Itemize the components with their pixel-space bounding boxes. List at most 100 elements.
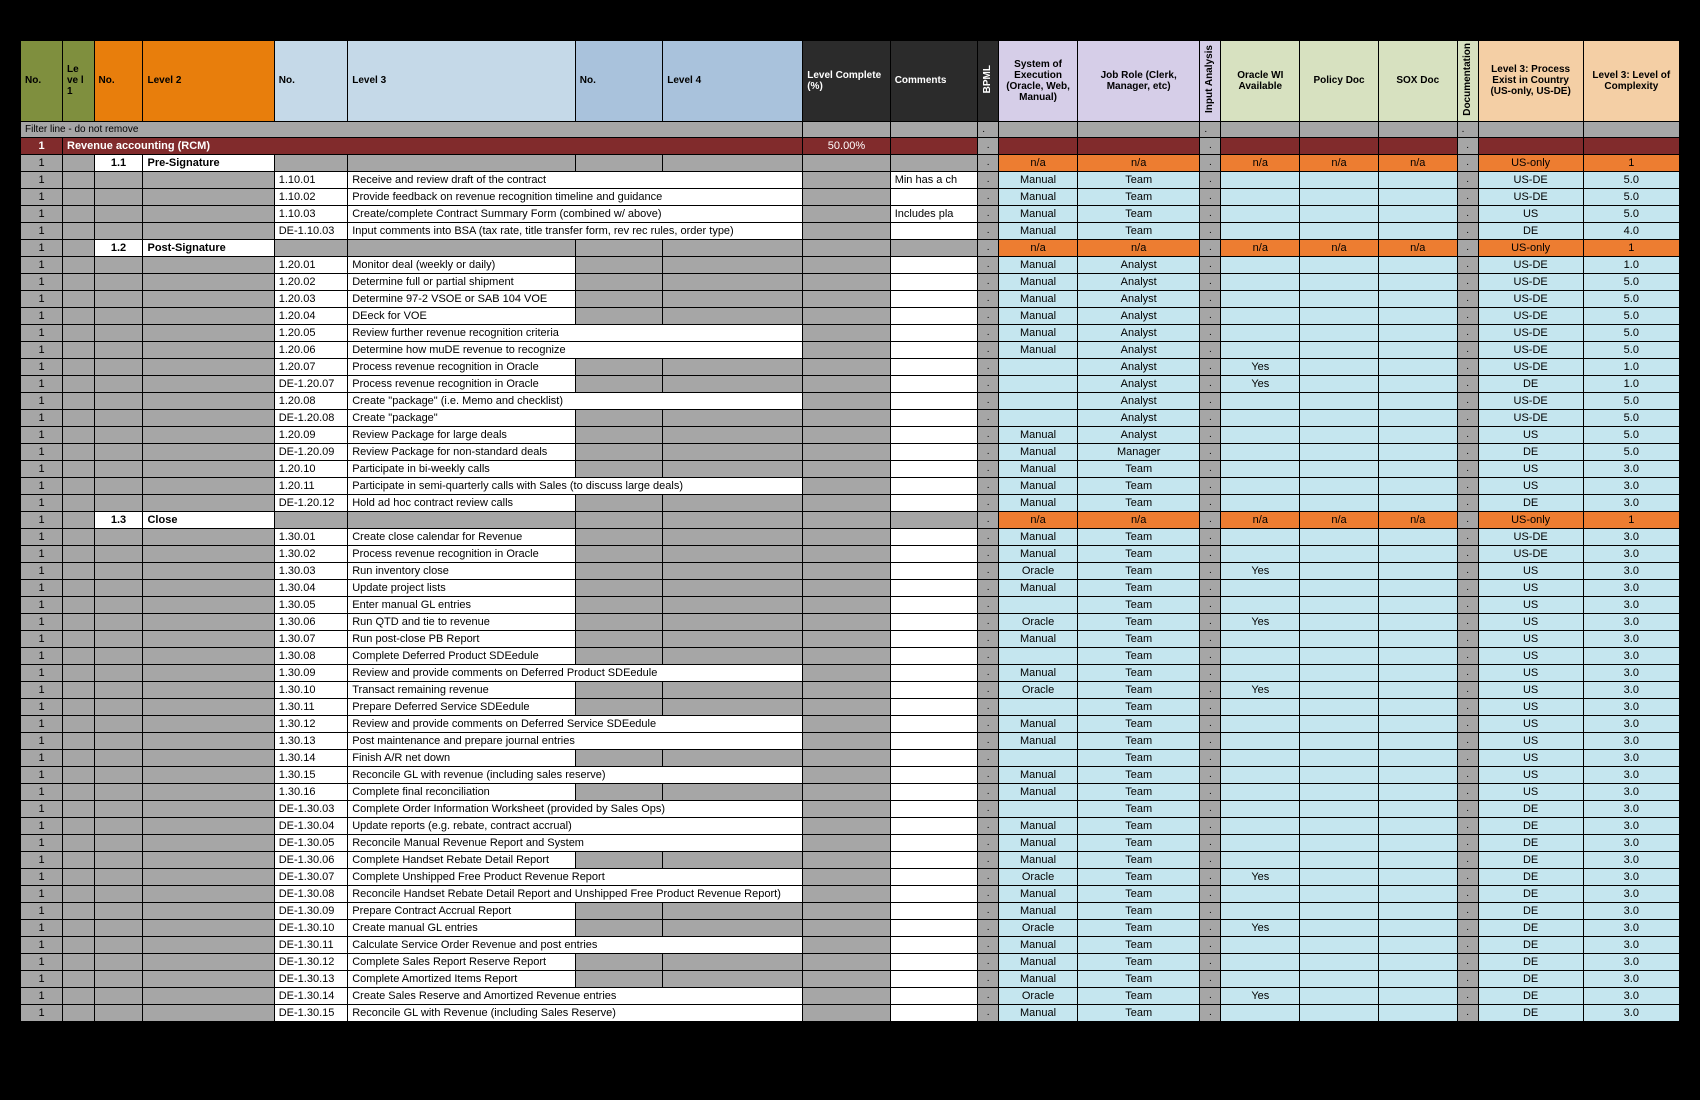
cell[interactable]: Analyst bbox=[1077, 273, 1200, 290]
cell[interactable] bbox=[1583, 137, 1679, 154]
cell[interactable] bbox=[803, 953, 890, 970]
cell[interactable]: 3.0 bbox=[1583, 749, 1679, 766]
cell[interactable]: . bbox=[978, 919, 999, 936]
cell[interactable]: Team bbox=[1077, 681, 1200, 698]
cell[interactable]: Team bbox=[1077, 1004, 1200, 1021]
cell[interactable] bbox=[143, 409, 274, 426]
cell[interactable] bbox=[1221, 121, 1300, 137]
cell[interactable] bbox=[1378, 579, 1457, 596]
cell[interactable] bbox=[803, 460, 890, 477]
cell[interactable]: Team bbox=[1077, 477, 1200, 494]
cell[interactable]: 1.30.14 bbox=[274, 749, 348, 766]
cell[interactable]: . bbox=[1200, 443, 1221, 460]
cell[interactable] bbox=[575, 154, 662, 171]
cell[interactable]: DE bbox=[1478, 987, 1583, 1004]
cell[interactable] bbox=[63, 375, 95, 392]
cell[interactable]: Manual bbox=[999, 817, 1078, 834]
cell[interactable]: Create close calendar for Revenue bbox=[348, 528, 576, 545]
cell[interactable] bbox=[1221, 443, 1300, 460]
cell[interactable] bbox=[143, 783, 274, 800]
cell[interactable] bbox=[1300, 290, 1379, 307]
cell[interactable]: . bbox=[1457, 171, 1478, 188]
cell[interactable]: Yes bbox=[1221, 358, 1300, 375]
cell[interactable] bbox=[890, 647, 977, 664]
cell[interactable] bbox=[663, 681, 803, 698]
cell[interactable]: . bbox=[978, 902, 999, 919]
cell[interactable] bbox=[663, 749, 803, 766]
cell[interactable] bbox=[663, 647, 803, 664]
col-no1[interactable]: No. bbox=[21, 41, 63, 122]
cell[interactable]: Team bbox=[1077, 562, 1200, 579]
cell[interactable] bbox=[1221, 188, 1300, 205]
cell[interactable]: . bbox=[1457, 851, 1478, 868]
cell[interactable] bbox=[1300, 443, 1379, 460]
cell[interactable] bbox=[94, 834, 143, 851]
cell[interactable]: . bbox=[1457, 919, 1478, 936]
cell[interactable]: . bbox=[978, 443, 999, 460]
cell[interactable]: . bbox=[1457, 511, 1478, 528]
cell[interactable]: . bbox=[1457, 188, 1478, 205]
cell[interactable]: Manual bbox=[999, 324, 1078, 341]
cell[interactable] bbox=[1378, 171, 1457, 188]
cell[interactable] bbox=[890, 596, 977, 613]
cell[interactable] bbox=[1221, 817, 1300, 834]
cell[interactable] bbox=[94, 273, 143, 290]
cell[interactable] bbox=[1221, 290, 1300, 307]
cell[interactable] bbox=[803, 562, 890, 579]
cell[interactable]: 3.0 bbox=[1583, 715, 1679, 732]
cell[interactable] bbox=[143, 902, 274, 919]
cell[interactable]: Participate in semi-quarterly calls with… bbox=[348, 477, 803, 494]
cell[interactable]: US bbox=[1478, 783, 1583, 800]
cell[interactable]: Enter manual GL entries bbox=[348, 596, 576, 613]
cell[interactable] bbox=[1300, 749, 1379, 766]
cell[interactable] bbox=[890, 783, 977, 800]
cell[interactable] bbox=[63, 443, 95, 460]
cell[interactable]: Update project lists bbox=[348, 579, 576, 596]
cell[interactable] bbox=[1378, 426, 1457, 443]
cell[interactable] bbox=[94, 987, 143, 1004]
cell[interactable]: 1 bbox=[21, 1004, 63, 1021]
cell[interactable] bbox=[890, 715, 977, 732]
cell[interactable]: 5.0 bbox=[1583, 205, 1679, 222]
cell[interactable]: . bbox=[1200, 902, 1221, 919]
cell[interactable] bbox=[1378, 698, 1457, 715]
cell[interactable]: . bbox=[1200, 358, 1221, 375]
cell[interactable]: . bbox=[1200, 307, 1221, 324]
cell[interactable] bbox=[1583, 121, 1679, 137]
cell[interactable]: Team bbox=[1077, 902, 1200, 919]
cell[interactable]: Post maintenance and prepare journal ent… bbox=[348, 732, 803, 749]
cell[interactable]: . bbox=[1200, 613, 1221, 630]
cell[interactable] bbox=[1378, 783, 1457, 800]
cell[interactable]: US-DE bbox=[1478, 358, 1583, 375]
cell[interactable] bbox=[1221, 851, 1300, 868]
cell[interactable]: . bbox=[978, 613, 999, 630]
cell[interactable]: 1 bbox=[21, 596, 63, 613]
cell[interactable] bbox=[63, 596, 95, 613]
cell[interactable]: 1 bbox=[21, 341, 63, 358]
cell[interactable]: . bbox=[978, 307, 999, 324]
cell[interactable] bbox=[890, 341, 977, 358]
cell[interactable]: 1 bbox=[1583, 511, 1679, 528]
cell[interactable]: 3.0 bbox=[1583, 647, 1679, 664]
cell[interactable]: 1.30.03 bbox=[274, 562, 348, 579]
cell[interactable] bbox=[663, 154, 803, 171]
cell[interactable]: . bbox=[1200, 494, 1221, 511]
cell[interactable]: 1.30.12 bbox=[274, 715, 348, 732]
cell[interactable]: . bbox=[1200, 205, 1221, 222]
cell[interactable]: . bbox=[1200, 375, 1221, 392]
cell[interactable]: 1 bbox=[21, 630, 63, 647]
cell[interactable] bbox=[143, 392, 274, 409]
cell[interactable] bbox=[803, 511, 890, 528]
cell[interactable]: 4.0 bbox=[1583, 222, 1679, 239]
cell[interactable]: n/a bbox=[1300, 511, 1379, 528]
cell[interactable]: US bbox=[1478, 613, 1583, 630]
cell[interactable] bbox=[1300, 426, 1379, 443]
cell[interactable]: DE-1.30.12 bbox=[274, 953, 348, 970]
cell[interactable]: . bbox=[978, 766, 999, 783]
cell[interactable] bbox=[143, 749, 274, 766]
cell[interactable] bbox=[999, 749, 1078, 766]
cell[interactable]: Manual bbox=[999, 443, 1078, 460]
cell[interactable]: . bbox=[1200, 953, 1221, 970]
cell[interactable] bbox=[803, 273, 890, 290]
cell[interactable] bbox=[143, 494, 274, 511]
